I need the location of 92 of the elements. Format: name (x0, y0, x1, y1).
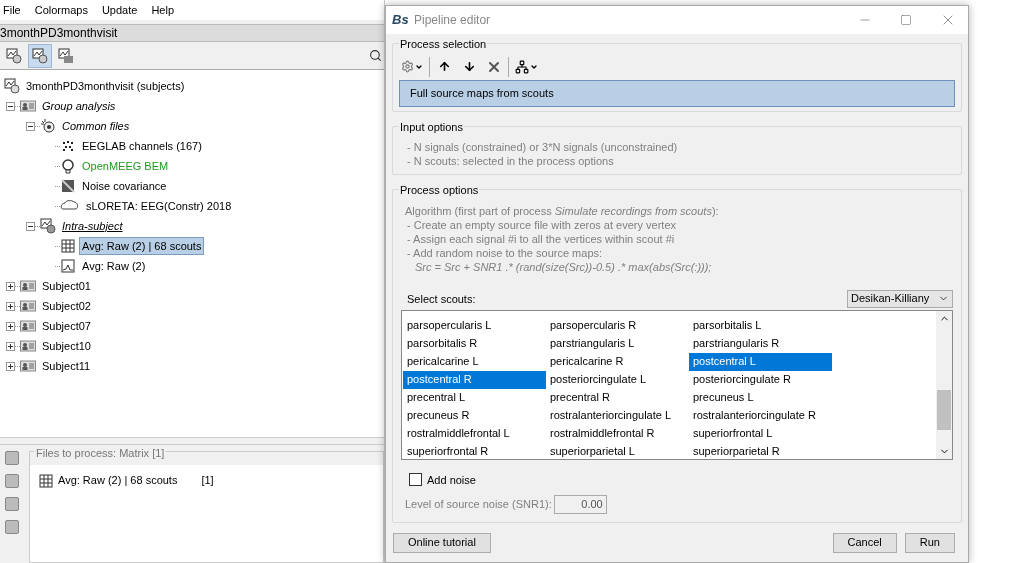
expand-icon[interactable] (6, 361, 15, 371)
scrollbar[interactable] (936, 310, 952, 459)
expand-icon[interactable] (6, 281, 15, 291)
tree-item[interactable]: Subject02 (39, 296, 94, 316)
scout-item[interactable]: superiorparietal R (689, 442, 832, 459)
signal-icon (60, 258, 76, 274)
scout-item[interactable]: posteriorcingulate L (546, 370, 689, 389)
scout-item[interactable]: rostralmiddlefrontal L (403, 424, 546, 443)
scout-item[interactable]: precentral L (403, 388, 546, 407)
scout-item[interactable]: rostralanteriorcingulate L (546, 406, 689, 425)
scout-item[interactable]: superiorfrontal L (689, 424, 832, 443)
dots-icon (60, 138, 76, 154)
tree-item[interactable]: Noise covariance (79, 176, 170, 196)
window-title: Pipeline editor (414, 12, 491, 30)
scout-item[interactable]: rostralanteriorcingulate R (689, 406, 832, 425)
app-logo: Bs (392, 11, 410, 30)
scout-item[interactable]: postcentral R (403, 370, 546, 389)
subject-icon (20, 358, 36, 374)
algorithm-line: Algorithm (first part of process Simulate recordings from scouts): (405, 203, 720, 218)
scout-item[interactable]: precentral R (546, 388, 689, 407)
tree-item[interactable]: OpenMEEG BEM (79, 156, 172, 176)
move-down-icon[interactable] (463, 60, 476, 73)
field-label: Select scouts: (407, 292, 476, 308)
tree-diagram-icon (515, 59, 529, 74)
subject-icon (20, 318, 36, 334)
scout-item[interactable]: pericalcarine R (546, 352, 689, 371)
matrix-gradient-icon (60, 178, 76, 194)
collapse-icon[interactable] (26, 221, 35, 231)
scroll-thumb[interactable] (937, 389, 951, 430)
scout-item[interactable]: postcentral L (689, 352, 832, 371)
protocol-title: 3monthPD3monthvisit (0, 25, 118, 42)
option-description: - N signals (constrained) or 3*N signals (unconstrained) (407, 140, 679, 155)
option-description: - N scouts: selected in the process options (407, 154, 615, 169)
scout-item[interactable]: rostralmiddlefrontal R (546, 424, 689, 443)
menu-item[interactable]: Colormaps (34, 1, 88, 19)
scout-item[interactable]: parstriangularis R (689, 334, 832, 353)
process-file-name[interactable]: Avg: Raw (2) | 68 scouts (58, 472, 178, 489)
tree-item[interactable]: Avg: Raw (2) | 68 scouts (79, 236, 205, 256)
expand-icon[interactable] (6, 301, 15, 311)
file-count: [1] (201, 473, 214, 489)
process-item[interactable]: Full source maps from scouts (399, 79, 955, 107)
tree-item[interactable]: Subject07 (39, 316, 94, 336)
tree-item[interactable]: Subject01 (39, 276, 94, 296)
tree-item[interactable]: Common files (59, 116, 133, 136)
collapse-icon[interactable] (6, 101, 15, 111)
scout-item[interactable]: parsorbitalis R (403, 334, 546, 353)
atlas-dropdown[interactable]: Desikan-Killiany (847, 289, 953, 308)
subject-icon (20, 338, 36, 354)
tree-item[interactable]: Subject10 (39, 336, 94, 356)
scout-item[interactable]: precuneus L (689, 388, 832, 407)
field-label: Level of source noise (SNR1): (405, 497, 552, 513)
menu-item[interactable]: Help (151, 1, 175, 19)
subject-icon (20, 298, 36, 314)
tree-item[interactable]: Subject11 (39, 356, 94, 376)
tree-item[interactable]: 3monthPD3monthvisit (subjects) (23, 76, 188, 96)
grid-icon (60, 238, 76, 254)
tree-item[interactable]: Group analysis (39, 96, 119, 116)
formula-line: Src = Src + SNR1 .* (rand(size(Src))-0.5) .* max(abs(Src(:))); (414, 259, 713, 274)
collapse-icon[interactable] (26, 121, 35, 131)
dialog-button[interactable]: Cancel (832, 532, 897, 553)
database-icon (4, 78, 20, 94)
tree-item[interactable]: EEGLAB channels (167) (79, 136, 205, 156)
scout-item[interactable]: superiorfrontal R (403, 442, 546, 459)
tree-item[interactable]: sLORETA: EEG(Constr) 2018 (83, 196, 235, 216)
scout-item[interactable]: parsorbitalis L (689, 316, 832, 335)
subject-icon (20, 278, 36, 294)
scout-item[interactable]: parsopercularis L (403, 316, 546, 335)
menu-item[interactable]: File (3, 1, 21, 19)
database-icon-tab[interactable] (28, 43, 52, 68)
scout-item[interactable]: posteriorcingulate R (689, 370, 832, 389)
algorithm-line: - Add random noise to the source maps: (406, 245, 604, 260)
move-up-icon[interactable] (438, 60, 451, 73)
expand-icon[interactable] (6, 341, 15, 351)
expand-icon[interactable] (6, 321, 15, 331)
tree-item[interactable]: Intra-subject (59, 216, 126, 236)
subject-icon (20, 98, 36, 114)
tutorial-button[interactable]: Online tutorial (393, 532, 491, 553)
algorithm-line: - Create an empty source file with zeros at every vertex (406, 217, 677, 232)
scout-item[interactable]: superiorparietal L (546, 442, 689, 459)
algorithm-line: - Assign each signal #i to all the vertices within scout #i (406, 231, 676, 246)
dialog-button[interactable]: Run (904, 532, 955, 553)
scout-item[interactable]: parsopercularis R (546, 316, 689, 335)
scout-item[interactable]: precuneus R (403, 406, 546, 425)
search-icon[interactable] (369, 49, 382, 62)
checkbox[interactable] (409, 473, 422, 487)
menu-item[interactable]: Update (101, 1, 138, 19)
checkbox-label: Add noise (427, 472, 476, 488)
tree-item[interactable]: Avg: Raw (2) (79, 256, 149, 276)
gear-icon (401, 60, 414, 73)
scout-item[interactable]: parstriangularis L (546, 334, 689, 353)
scout-item[interactable]: pericalcarine L (403, 352, 546, 371)
grid-icon (38, 472, 54, 489)
